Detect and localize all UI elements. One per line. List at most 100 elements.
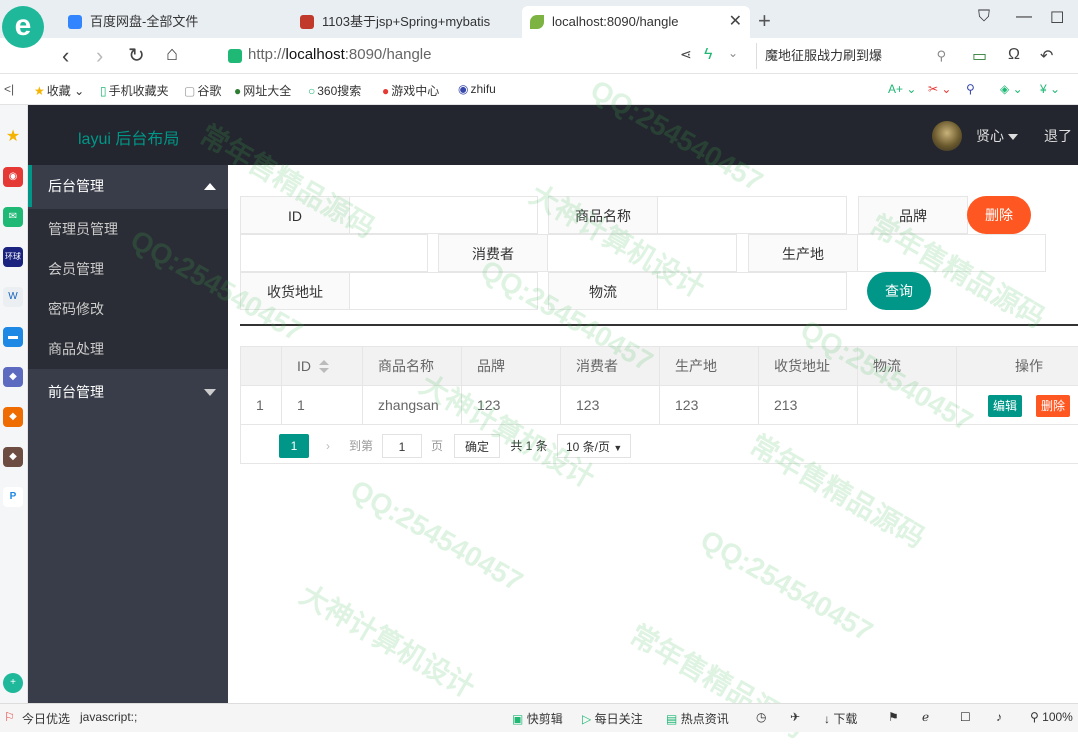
news-icon: ▤: [666, 712, 678, 726]
brand-label: 品牌: [858, 196, 968, 234]
status-hot-news[interactable]: ▤ 热点资讯: [666, 710, 729, 727]
status-zoom[interactable]: ⚲ 100%: [1030, 710, 1073, 724]
edit-button[interactable]: 编辑: [988, 395, 1023, 417]
pager-goto-label: 到第: [348, 439, 373, 453]
name-input[interactable]: [657, 196, 847, 234]
gamepad-icon[interactable]: ◈ ⌄: [1000, 82, 1023, 96]
mail-icon[interactable]: ✉: [3, 207, 23, 227]
maximize-icon[interactable]: ☐: [1050, 8, 1064, 28]
headphone-icon[interactable]: Ω: [1008, 46, 1020, 64]
status-volume-icon[interactable]: ♪: [996, 710, 1002, 724]
table-cell-origin: 123: [660, 386, 759, 425]
nav-group-frontend[interactable]: 前台管理: [28, 371, 228, 413]
status-quick-clip[interactable]: ▣ 快剪辑: [512, 710, 563, 727]
pager-size-select[interactable]: 10 条/页 ▼: [557, 434, 631, 458]
status-speed-icon[interactable]: ◷: [756, 710, 766, 724]
origin-input[interactable]: [857, 234, 1046, 272]
yuan-icon[interactable]: ¥ ⌄: [1040, 82, 1060, 96]
shirt-icon[interactable]: ⛉: [978, 8, 990, 26]
scissors-icon[interactable]: ✂ ⌄: [928, 82, 951, 96]
row-delete-button[interactable]: 删除: [1036, 395, 1071, 417]
game-app-icon[interactable]: ◆: [3, 367, 23, 387]
game2-app-icon[interactable]: ◆: [3, 407, 23, 427]
home-icon[interactable]: ⌂: [166, 43, 178, 66]
tab-localhost[interactable]: localhost:8090/hangle ✕: [522, 6, 750, 38]
translate-icon[interactable]: A+ ⌄: [888, 82, 916, 96]
nav-item-member-management[interactable]: 会员管理: [28, 249, 228, 289]
logistics-input[interactable]: [657, 272, 847, 310]
news-icon[interactable]: 环球: [3, 247, 23, 267]
pager-current-page[interactable]: 1: [279, 434, 309, 458]
table-header-logistics: 物流: [858, 347, 957, 386]
game-icon: ●: [382, 84, 390, 98]
battery-icon[interactable]: ▭: [972, 46, 987, 66]
bookmark-google[interactable]: ▢ 谷歌: [184, 82, 221, 99]
download-icon: ↓: [824, 712, 830, 726]
nav-item-admin-management[interactable]: 管理员管理: [28, 209, 228, 249]
chat-icon[interactable]: ▬: [3, 327, 23, 347]
status-ie-icon[interactable]: ℯ: [922, 710, 929, 724]
url-field[interactable]: http://localhost:8090/hangle: [222, 43, 748, 69]
search-box[interactable]: 魔地征服战力刷到爆 ⚲: [756, 43, 956, 69]
nav-item-password[interactable]: 密码修改: [28, 289, 228, 329]
bookmark-favorites[interactable]: ★ 收藏 ⌄: [34, 82, 84, 99]
pager-page-input[interactable]: 1: [382, 434, 422, 458]
sidebar-toggle-icon[interactable]: <|: [4, 82, 14, 96]
brand-input[interactable]: [240, 234, 428, 272]
status-window-icon[interactable]: ☐: [960, 710, 971, 724]
word-icon[interactable]: W: [3, 287, 23, 307]
doc-icon: ▢: [184, 84, 196, 98]
minimize-icon[interactable]: —: [1016, 8, 1032, 26]
bookmark-360[interactable]: ○ 360搜索: [308, 82, 361, 99]
status-flag-icon[interactable]: ⚑: [888, 710, 899, 724]
table-header-consumer: 消费者: [561, 347, 660, 386]
pager-size-value: 10 条/页: [566, 440, 611, 454]
status-download[interactable]: ↓ 下载: [824, 710, 857, 727]
bookmark-zhifu[interactable]: ◉ zhifu: [458, 82, 496, 96]
id-input[interactable]: [349, 196, 538, 234]
origin-label: 生产地: [748, 234, 858, 272]
reload-icon[interactable]: ↻: [128, 43, 145, 68]
avatar[interactable]: [932, 121, 962, 151]
delete-button[interactable]: 删除: [967, 196, 1031, 234]
status-pin-icon[interactable]: ✈: [790, 710, 800, 724]
lightning-icon[interactable]: ϟ: [704, 46, 712, 64]
undo-icon[interactable]: ↶: [1040, 46, 1053, 66]
consumer-input[interactable]: [547, 234, 737, 272]
table-header-id[interactable]: ID: [282, 347, 363, 386]
tab-project[interactable]: 1103基于jsp+Spring+mybatis: [292, 6, 520, 38]
bookmark-hao[interactable]: ● 网址大全: [234, 82, 291, 99]
pager-confirm-button[interactable]: 确定: [454, 434, 500, 458]
share-icon[interactable]: ⋖: [680, 46, 692, 63]
query-button[interactable]: 查询: [867, 272, 931, 310]
logout-link[interactable]: 退了: [1044, 126, 1072, 146]
pager-next-icon[interactable]: ›: [320, 434, 336, 458]
bookmark-games[interactable]: ● 游戏中心: [382, 82, 439, 99]
p-app-icon[interactable]: P: [3, 487, 23, 507]
favorites-icon[interactable]: ★: [3, 127, 23, 147]
watermark-text: QQ:254540457: [345, 473, 529, 598]
add-app-icon[interactable]: +: [3, 673, 23, 693]
user-menu[interactable]: 贤心: [976, 126, 1018, 146]
browser-logo-icon[interactable]: e: [2, 6, 44, 48]
id-label: ID: [240, 196, 350, 234]
status-daily-follow[interactable]: ▷ 每日关注: [582, 710, 643, 727]
status-daily-pick[interactable]: 今日优选: [22, 710, 70, 727]
leaf-icon: [530, 15, 544, 29]
chevron-down-icon[interactable]: ⌄: [728, 46, 738, 60]
magnifier-icon[interactable]: ⚲: [966, 82, 975, 96]
sort-icon[interactable]: [319, 360, 329, 374]
status-link-text: javascript:;: [80, 710, 138, 724]
close-icon[interactable]: ✕: [729, 6, 742, 38]
nav-item-goods[interactable]: 商品处理: [28, 329, 228, 369]
address-input[interactable]: [349, 272, 538, 310]
nav-group-admin[interactable]: 后台管理: [28, 165, 228, 207]
search-icon[interactable]: ⚲: [936, 43, 946, 69]
forward-icon[interactable]: ›: [96, 43, 103, 69]
back-icon[interactable]: ‹: [62, 43, 69, 69]
game3-app-icon[interactable]: ◆: [3, 447, 23, 467]
new-tab-button[interactable]: +: [758, 8, 771, 34]
weibo-icon[interactable]: ◉: [3, 167, 23, 187]
tab-baidu-pan[interactable]: 百度网盘-全部文件: [60, 6, 288, 38]
bookmark-mobile[interactable]: ▯ 手机收藏夹: [100, 82, 169, 99]
